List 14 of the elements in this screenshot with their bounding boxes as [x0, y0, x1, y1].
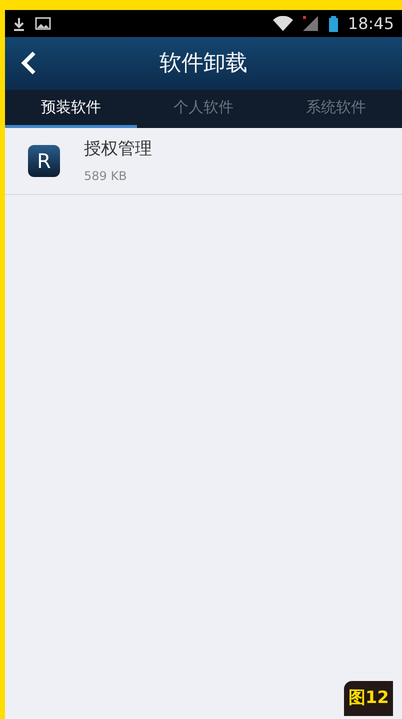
download-icon	[13, 16, 25, 30]
screen-title: 软件卸载	[160, 50, 248, 78]
app-icon: R	[28, 145, 60, 177]
back-icon	[21, 51, 37, 75]
tab[interactable]: 个人软件	[137, 90, 270, 128]
tab[interactable]: 系统软件	[270, 90, 402, 128]
signal-icon	[302, 16, 319, 31]
status-time: 18:45	[348, 12, 394, 34]
wifi-icon	[272, 16, 293, 31]
figure-label: 图12	[344, 680, 393, 716]
image-icon	[35, 17, 51, 30]
battery-icon	[328, 16, 338, 32]
app-size: 589 KB	[84, 168, 128, 185]
app-name: 授权管理	[84, 138, 152, 162]
